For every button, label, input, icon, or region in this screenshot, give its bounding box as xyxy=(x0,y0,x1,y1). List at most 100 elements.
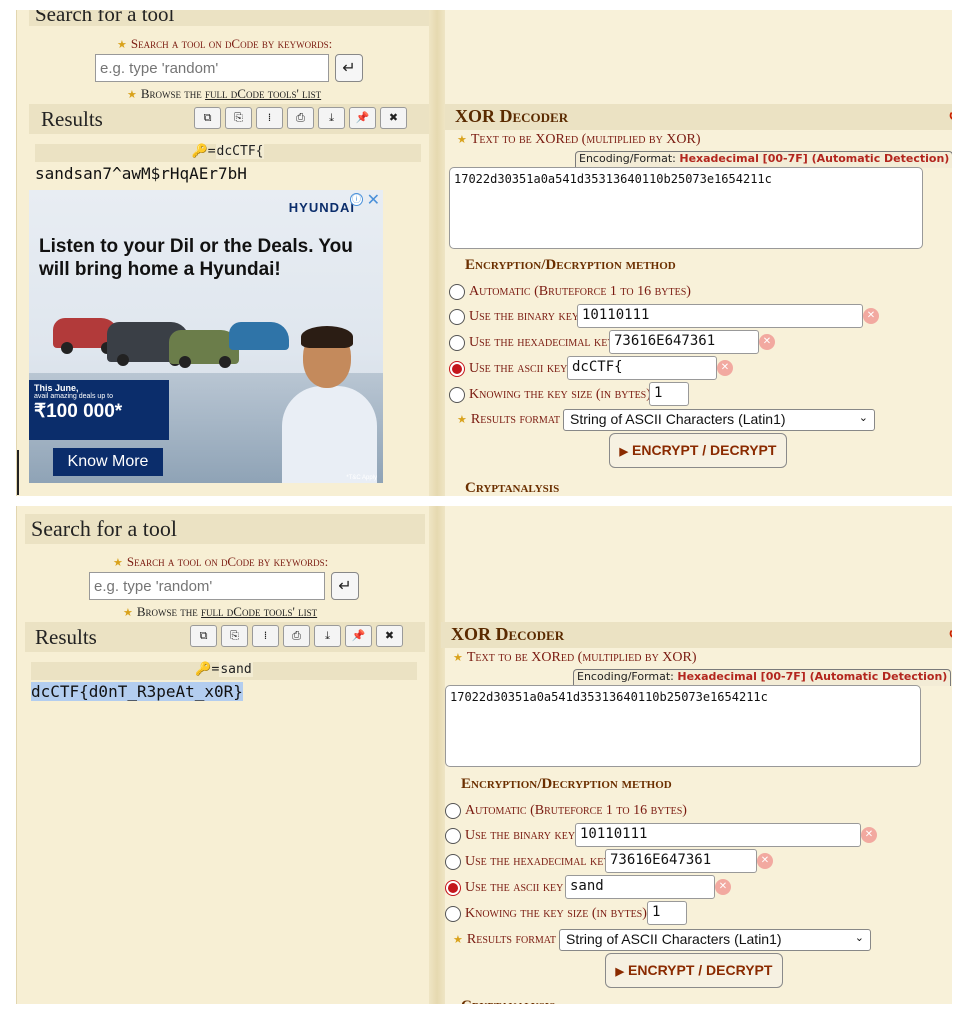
copy-alt-button[interactable]: ⎘ xyxy=(225,107,252,129)
option-hex-label[interactable]: Use the hexadecimal key xyxy=(465,854,611,870)
option-auto-label[interactable]: Automatic (Bruteforce 1 to 16 bytes) xyxy=(465,803,687,819)
radio-ascii[interactable] xyxy=(449,361,465,377)
encoding-format-tab[interactable]: Encoding/Format: Hexadecimal [00-7F] (Au… xyxy=(575,151,952,168)
option-ascii-label[interactable]: Use the ascii key xyxy=(469,361,567,377)
star-icon: ★ xyxy=(113,557,123,569)
result-key: sand xyxy=(219,662,253,677)
ascii-key-input[interactable]: sand xyxy=(565,875,715,899)
option-hex-label[interactable]: Use the hexadecimal key xyxy=(469,335,615,351)
key-size-input[interactable]: 1 xyxy=(647,901,687,925)
result-key-line: 🔑=dcCTF{ xyxy=(35,144,421,162)
results-format-select[interactable]: String of ASCII Characters (Latin1) ⌄ xyxy=(559,929,871,951)
close-button[interactable]: ✖ xyxy=(376,625,403,647)
download-button[interactable]: ⤓ xyxy=(314,625,341,647)
star-icon: ★ xyxy=(453,652,463,664)
results-format-select[interactable]: String of ASCII Characters (Latin1) ⌄ xyxy=(563,409,875,431)
browse-tools: ★ Browse the full dCode tools' list xyxy=(123,604,318,619)
hex-key-input[interactable]: 73616E647361 xyxy=(609,330,759,354)
option-binary-label[interactable]: Use the binary key xyxy=(465,828,575,844)
search-input[interactable] xyxy=(89,572,325,600)
search-title: Search for a tool xyxy=(25,514,425,544)
ascii-key-input[interactable]: dcCTF{ xyxy=(567,356,717,380)
option-size-label[interactable]: Knowing the key size (in bytes) xyxy=(465,906,647,922)
ciphertext-input[interactable]: 17022d30351a0a541d35313640110b25073e1654… xyxy=(445,685,921,767)
right-panel: XOR Decoder ↺ ★Text to be XORed (multipl… xyxy=(441,506,952,1004)
results-title: Results xyxy=(35,625,97,649)
ad-person-image xyxy=(277,326,377,483)
option-ascii-label[interactable]: Use the ascii key xyxy=(465,880,563,896)
separator-button[interactable]: ⁞ xyxy=(252,625,279,647)
copy-button[interactable]: ⧉ xyxy=(190,625,217,647)
binary-key-input[interactable]: 10110111 xyxy=(575,823,861,847)
result-output[interactable]: dcCTF{d0nT_R3peAt_x0R} xyxy=(31,682,243,701)
reset-icon[interactable]: ↺ xyxy=(948,625,952,643)
result-output[interactable]: sandsan7^awM$rHqAEr7bH xyxy=(35,164,247,183)
pin-button[interactable]: 📌 xyxy=(349,107,376,129)
search-input[interactable] xyxy=(95,54,329,82)
close-icon: ✖ xyxy=(388,111,399,124)
option-binary-label[interactable]: Use the binary key xyxy=(469,309,579,325)
copy-alt-icon: ⎘ xyxy=(230,629,239,642)
copy-alt-icon: ⎘ xyxy=(234,111,243,124)
left-panel: Search for a tool ★ Search a tool on dCod… xyxy=(17,10,429,496)
pin-button[interactable]: 📌 xyxy=(345,625,372,647)
radio-binary[interactable] xyxy=(445,828,461,844)
result-key-line: 🔑=sand xyxy=(31,662,417,680)
advertisement[interactable]: HYUNDAI ⓘ ✕ Listen to your Dil or the De… xyxy=(29,190,383,483)
close-button[interactable]: ✖ xyxy=(380,107,407,129)
clear-ascii-icon[interactable]: ✕ xyxy=(717,360,733,376)
radio-auto[interactable] xyxy=(449,284,465,300)
results-format-label: ★ Results format xyxy=(453,932,557,947)
clear-ascii-icon[interactable]: ✕ xyxy=(715,879,731,895)
radio-size[interactable] xyxy=(445,906,461,922)
binary-key-input[interactable]: 10110111 xyxy=(577,304,863,328)
search-submit-button[interactable]: ↵ xyxy=(335,54,363,82)
ad-close-icon[interactable]: ✕ xyxy=(367,190,380,210)
hex-key-input[interactable]: 73616E647361 xyxy=(605,849,757,873)
print-button[interactable]: ⎙ xyxy=(287,107,314,129)
copy-button[interactable]: ⧉ xyxy=(194,107,221,129)
clear-hex-icon[interactable]: ✕ xyxy=(759,334,775,350)
option-auto-label[interactable]: Automatic (Bruteforce 1 to 16 bytes) xyxy=(469,284,691,300)
key-size-input[interactable]: 1 xyxy=(649,382,689,406)
radio-auto[interactable] xyxy=(445,803,461,819)
encrypt-decrypt-button[interactable]: ▶ ENCRYPT / DECRYPT xyxy=(609,433,787,468)
ciphertext-input[interactable]: 17022d30351a0a541d35313640110b25073e1654… xyxy=(449,167,923,249)
radio-hex[interactable] xyxy=(449,335,465,351)
encoding-format-tab[interactable]: Encoding/Format: Hexadecimal [00-7F] (Au… xyxy=(573,669,952,686)
radio-hex[interactable] xyxy=(445,854,461,870)
browse-tools: ★ Browse the full dCode tools' list xyxy=(127,86,322,101)
ad-info-icon[interactable]: ⓘ xyxy=(350,193,363,206)
print-icon: ⎙ xyxy=(292,629,301,642)
ad-wheel xyxy=(179,356,191,368)
search-submit-button[interactable]: ↵ xyxy=(331,572,359,600)
clear-hex-icon[interactable]: ✕ xyxy=(757,853,773,869)
browse-tools-link[interactable]: full dCode tools' list xyxy=(205,86,321,101)
browse-tools-link[interactable]: full dCode tools' list xyxy=(201,604,317,619)
copy-alt-button[interactable]: ⎘ xyxy=(221,625,248,647)
encrypt-decrypt-button[interactable]: ▶ ENCRYPT / DECRYPT xyxy=(605,953,783,988)
clear-binary-icon[interactable]: ✕ xyxy=(863,308,879,324)
download-icon: ⤓ xyxy=(329,111,334,124)
separator-button[interactable]: ⁞ xyxy=(256,107,283,129)
ad-know-more-button[interactable]: Know More xyxy=(53,448,163,476)
download-button[interactable]: ⤓ xyxy=(318,107,345,129)
radio-ascii[interactable] xyxy=(445,880,461,896)
text-label: ★ Text to be XORed (multiplied by XOR) xyxy=(453,650,697,665)
radio-size[interactable] xyxy=(449,387,465,403)
reset-icon[interactable]: ↺ xyxy=(948,107,952,125)
cryptanalysis-title: Cryptanalysis xyxy=(461,998,555,1004)
star-icon: ★ xyxy=(127,89,137,101)
star-icon: ★ xyxy=(457,134,467,146)
clear-binary-icon[interactable]: ✕ xyxy=(861,827,877,843)
play-icon: ▶ xyxy=(615,966,625,978)
option-size-label[interactable]: Knowing the key size (in bytes) xyxy=(469,387,651,403)
pin-icon: 📌 xyxy=(351,629,366,642)
decoder-header: XOR Decoder ↺ xyxy=(445,104,952,130)
pin-icon: 📌 xyxy=(355,111,370,124)
screenshot-bottom: Search for a tool ★ Search a tool on dCod… xyxy=(16,506,952,1004)
print-button[interactable]: ⎙ xyxy=(283,625,310,647)
radio-binary[interactable] xyxy=(449,309,465,325)
enter-icon: ↵ xyxy=(342,58,356,77)
column-divider xyxy=(429,506,445,1004)
